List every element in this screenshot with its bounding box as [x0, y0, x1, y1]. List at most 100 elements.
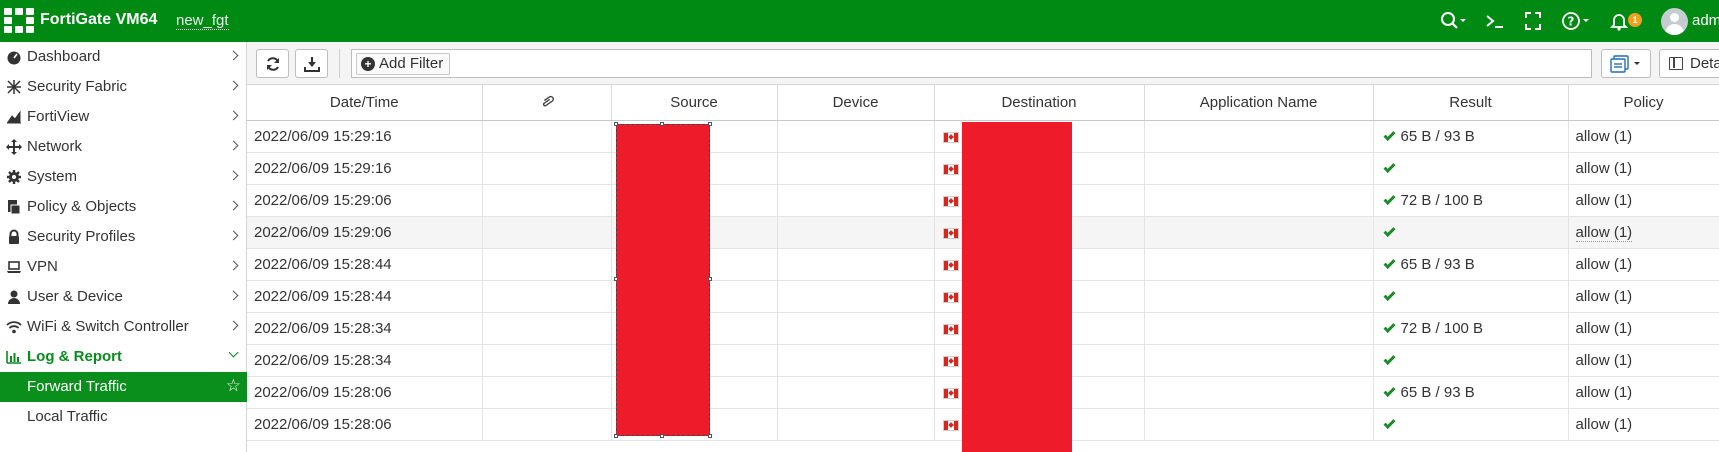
- star-icon[interactable]: ☆: [226, 376, 241, 396]
- table-header-row: Date/Time Source Device Destination Appl…: [247, 85, 1719, 121]
- sidebar-subitem-forward-traffic[interactable]: Forward Traffic ☆: [0, 372, 247, 402]
- policy-link[interactable]: allow (1): [1576, 352, 1633, 369]
- check-icon: [1382, 257, 1396, 270]
- check-icon: [1382, 385, 1396, 398]
- chevron-right-icon: [228, 50, 239, 61]
- policy-link[interactable]: allow (1): [1576, 160, 1633, 177]
- cell-datetime: 2022/06/09 15:28:44: [247, 280, 483, 313]
- sidebar-item-system[interactable]: System: [0, 162, 247, 192]
- refresh-button[interactable]: [256, 49, 289, 78]
- column-header-datetime[interactable]: Date/Time: [247, 85, 483, 121]
- help-icon[interactable]: ?: [1562, 10, 1590, 32]
- policy-link[interactable]: allow (1): [1576, 192, 1633, 209]
- cell-policy[interactable]: allow (1): [1568, 280, 1719, 313]
- view-options-button[interactable]: [1601, 49, 1651, 78]
- sidebar-item-dashboard[interactable]: Dashboard: [0, 42, 247, 72]
- sidebar-item-label: User & Device: [27, 288, 123, 305]
- search-icon[interactable]: [1440, 10, 1466, 32]
- cell-policy[interactable]: allow (1): [1568, 216, 1719, 249]
- fullscreen-icon[interactable]: [1524, 10, 1542, 32]
- cell-result: 65 B / 93 B: [1373, 376, 1569, 409]
- sidebar-item-security-fabric[interactable]: Security Fabric: [0, 72, 247, 102]
- column-header-application-name[interactable]: Application Name: [1144, 85, 1374, 121]
- column-header-device[interactable]: Device: [777, 85, 935, 121]
- details-button[interactable]: Details: [1659, 49, 1719, 78]
- sidebar-subitem-label: Local Traffic: [27, 408, 108, 425]
- details-label: Details: [1690, 55, 1719, 72]
- cell-attachment: [482, 120, 612, 153]
- cell-device: [777, 152, 935, 185]
- filter-bar[interactable]: + Add Filter: [351, 49, 1592, 78]
- sidebar-item-user-device[interactable]: User & Device: [0, 282, 247, 312]
- column-header-source[interactable]: Source: [611, 85, 778, 121]
- sidebar: Dashboard Security Fabric FortiView Netw…: [0, 42, 247, 452]
- cell-policy[interactable]: allow (1): [1568, 408, 1719, 441]
- policy-link[interactable]: allow (1): [1576, 128, 1633, 145]
- cell-policy[interactable]: allow (1): [1568, 152, 1719, 185]
- cell-policy[interactable]: allow (1): [1568, 184, 1719, 217]
- sidebar-item-policy-objects[interactable]: Policy & Objects: [0, 192, 247, 222]
- policy-link[interactable]: allow (1): [1576, 320, 1633, 337]
- bell-icon[interactable]: [1610, 10, 1628, 32]
- column-header-policy[interactable]: Policy: [1568, 85, 1719, 121]
- canada-flag-icon: [942, 291, 959, 303]
- policy-link[interactable]: allow (1): [1575, 223, 1633, 242]
- cli-console-icon[interactable]: [1485, 10, 1505, 32]
- cell-datetime: 2022/06/09 15:28:06: [247, 408, 483, 441]
- cell-device: [777, 344, 935, 377]
- sidebar-item-wifi-switch[interactable]: WiFi & Switch Controller: [0, 312, 247, 342]
- cell-attachment: [482, 376, 612, 409]
- cell-policy[interactable]: allow (1): [1568, 312, 1719, 345]
- sidebar-item-label: Security Fabric: [27, 78, 128, 95]
- cell-attachment: [482, 408, 612, 441]
- paperclip-icon: [542, 95, 554, 107]
- username[interactable]: adm: [1692, 12, 1719, 29]
- security-fabric-icon: [6, 79, 22, 95]
- cell-datetime: 2022/06/09 15:29:16: [247, 120, 483, 153]
- chevron-right-icon: [228, 260, 239, 271]
- cell-policy[interactable]: allow (1): [1568, 344, 1719, 377]
- sidebar-item-label: VPN: [27, 258, 58, 275]
- refresh-icon: [266, 56, 279, 71]
- sidebar-subitem-label: Forward Traffic: [27, 378, 127, 395]
- sidebar-item-vpn[interactable]: VPN: [0, 252, 247, 282]
- add-filter-button[interactable]: + Add Filter: [356, 53, 451, 75]
- download-button[interactable]: [295, 49, 328, 78]
- policy-link[interactable]: allow (1): [1576, 288, 1633, 305]
- cell-attachment: [482, 280, 612, 313]
- sidebar-item-security-profiles[interactable]: Security Profiles: [0, 222, 247, 252]
- column-header-result[interactable]: Result: [1373, 85, 1569, 121]
- fortiview-icon: [6, 109, 22, 125]
- sidebar-item-network[interactable]: Network: [0, 132, 247, 162]
- brand-name: FortiGate VM64: [40, 11, 158, 28]
- hostname[interactable]: new_fgt: [176, 12, 229, 30]
- canada-flag-icon: [942, 227, 959, 239]
- cell-application-name: [1144, 184, 1374, 217]
- sidebar-item-log-report[interactable]: Log & Report: [0, 342, 247, 372]
- policy-link[interactable]: allow (1): [1576, 384, 1633, 401]
- sidebar-subitem-local-traffic[interactable]: Local Traffic: [0, 402, 247, 432]
- cell-attachment: [482, 248, 612, 281]
- avatar[interactable]: [1661, 8, 1688, 35]
- cell-device: [777, 376, 935, 409]
- cell-result: 65 B / 93 B: [1373, 120, 1569, 153]
- cell-policy[interactable]: allow (1): [1568, 376, 1719, 409]
- column-header-attachment[interactable]: [482, 85, 612, 121]
- cell-result: 72 B / 100 B: [1373, 312, 1569, 345]
- cell-datetime: 2022/06/09 15:28:44: [247, 248, 483, 281]
- column-header-destination[interactable]: Destination: [934, 85, 1145, 121]
- canada-flag-icon: [942, 419, 959, 431]
- cell-attachment: [482, 312, 612, 345]
- policy-link[interactable]: allow (1): [1576, 416, 1633, 433]
- sidebar-item-fortiview[interactable]: FortiView: [0, 102, 247, 132]
- cell-policy[interactable]: allow (1): [1568, 120, 1719, 153]
- source-redaction: [614, 122, 712, 438]
- cell-datetime: 2022/06/09 15:28:34: [247, 344, 483, 377]
- canada-flag-icon: [942, 131, 959, 143]
- sidebar-item-label: WiFi & Switch Controller: [27, 318, 189, 335]
- canada-flag-icon: [942, 163, 959, 175]
- add-filter-label: Add Filter: [379, 55, 444, 72]
- sidebar-item-label: Policy & Objects: [27, 198, 137, 215]
- cell-policy[interactable]: allow (1): [1568, 248, 1719, 281]
- policy-link[interactable]: allow (1): [1576, 256, 1633, 273]
